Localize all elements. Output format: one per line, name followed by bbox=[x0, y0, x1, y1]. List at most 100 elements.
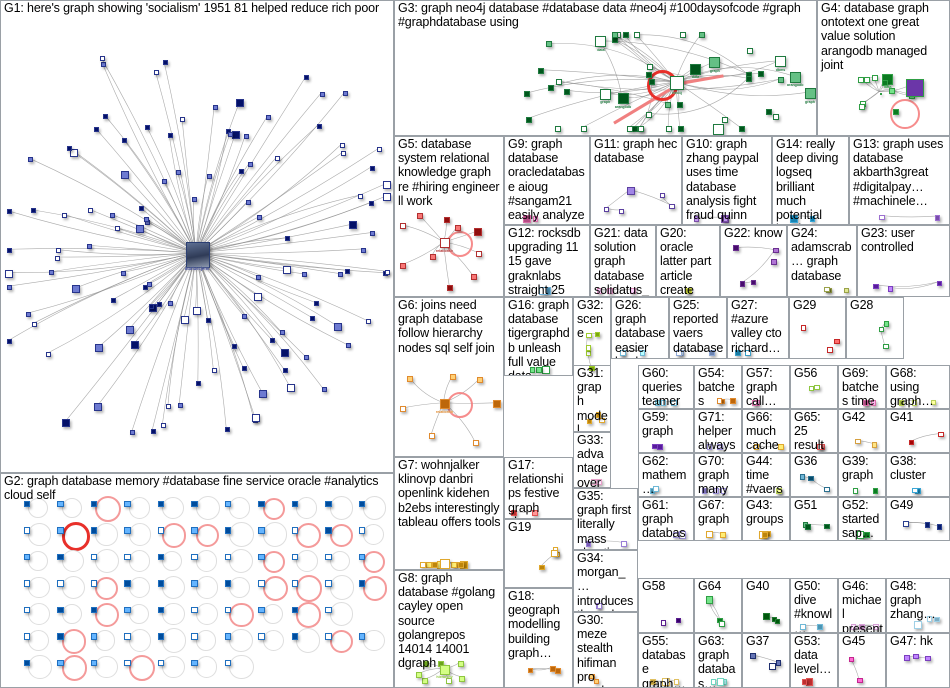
graph-vertex[interactable] bbox=[603, 206, 610, 213]
graph-vertex[interactable] bbox=[680, 32, 687, 39]
group-panel-g60[interactable]: G60: queries teamer… bbox=[638, 365, 694, 409]
graph-vertex[interactable] bbox=[247, 162, 253, 168]
graph-vertex[interactable] bbox=[699, 32, 706, 39]
group-panel-g14[interactable]: G14: really deep diving logseq brilliant… bbox=[772, 136, 849, 225]
graph-vertex[interactable] bbox=[809, 216, 816, 222]
graph-vertex[interactable] bbox=[325, 553, 332, 561]
graph-vertex[interactable] bbox=[57, 500, 64, 508]
group-panel-g4[interactable]: data G4: database graph ontotext one grea… bbox=[817, 0, 950, 136]
graph-vertex[interactable] bbox=[789, 71, 801, 83]
graph-vertex[interactable] bbox=[671, 400, 677, 406]
graph-vertex[interactable] bbox=[135, 225, 144, 234]
graph-vertex[interactable] bbox=[526, 116, 533, 123]
graph-vertex[interactable] bbox=[6, 209, 12, 215]
graph-vertex[interactable] bbox=[585, 345, 592, 351]
graph-vertex[interactable] bbox=[477, 377, 484, 384]
graph-vertex[interactable] bbox=[90, 659, 98, 667]
graph-vertex[interactable] bbox=[103, 113, 109, 119]
graph-vertex[interactable] bbox=[124, 553, 131, 561]
graph-vertex[interactable] bbox=[191, 606, 198, 614]
group-panel-g5[interactable]: relationsh G5: database system relational… bbox=[394, 136, 504, 297]
graph-vertex[interactable] bbox=[447, 285, 454, 292]
graph-vertex[interactable] bbox=[27, 156, 33, 162]
graph-vertex[interactable] bbox=[706, 444, 713, 450]
group-panel-g49[interactable]: G49 bbox=[886, 497, 950, 541]
graph-vertex[interactable] bbox=[471, 274, 478, 281]
graph-vertex[interactable] bbox=[547, 84, 554, 91]
graph-vertex[interactable] bbox=[926, 616, 933, 622]
graph-vertex[interactable] bbox=[346, 343, 352, 349]
graph-vertex[interactable] bbox=[383, 180, 391, 189]
graph-vertex[interactable] bbox=[710, 679, 717, 685]
graph-vertex[interactable] bbox=[848, 656, 855, 663]
graph-vertex[interactable] bbox=[934, 215, 941, 221]
graph-vertex[interactable] bbox=[228, 132, 234, 138]
graph-vertex[interactable] bbox=[149, 303, 155, 309]
graph-vertex[interactable] bbox=[630, 288, 636, 294]
graph-vertex[interactable] bbox=[537, 67, 544, 74]
group-panel-g27[interactable]: G27: #azure valley cto richard… bbox=[727, 297, 789, 359]
group-panel-g53[interactable]: G53: data level… bbox=[790, 633, 838, 688]
graph-vertex[interactable] bbox=[212, 105, 218, 111]
group-panel-g7[interactable]: openlinkG7: wohnjalker klinovp danbri op… bbox=[394, 457, 504, 570]
group-panel-g66[interactable]: G66: much cache bbox=[742, 409, 790, 453]
graph-vertex[interactable] bbox=[864, 76, 871, 83]
graph-vertex[interactable] bbox=[90, 606, 98, 614]
group-panel-g44[interactable]: G44: time #vaers… bbox=[742, 453, 790, 497]
graph-vertex[interactable] bbox=[157, 659, 165, 667]
graph-vertex[interactable] bbox=[906, 79, 924, 97]
graph-vertex[interactable] bbox=[750, 653, 756, 659]
graph-vertex[interactable] bbox=[138, 206, 144, 212]
graph-vertex[interactable] bbox=[459, 675, 466, 682]
group-panel-g58[interactable]: G58 bbox=[638, 578, 694, 633]
group-panel-g26[interactable]: G26: graph database easier load maintain… bbox=[611, 297, 669, 359]
graph-vertex[interactable] bbox=[49, 270, 55, 276]
graph-vertex[interactable] bbox=[224, 500, 232, 508]
graph-vertex[interactable] bbox=[90, 553, 98, 561]
graph-vertex[interactable] bbox=[343, 90, 349, 96]
graph-vertex[interactable] bbox=[824, 286, 830, 293]
graph-vertex[interactable] bbox=[303, 354, 309, 360]
graph-vertex[interactable] bbox=[690, 63, 702, 75]
graph-vertex[interactable] bbox=[257, 215, 263, 221]
graph-vertex[interactable] bbox=[607, 288, 613, 294]
graph-vertex[interactable] bbox=[586, 332, 592, 339]
graph-vertex[interactable] bbox=[555, 126, 562, 132]
graph-vertex[interactable] bbox=[772, 113, 779, 120]
graph-vertex[interactable] bbox=[621, 541, 627, 547]
group-panel-g40[interactable]: G40 bbox=[742, 578, 790, 633]
graph-vertex[interactable] bbox=[762, 612, 771, 621]
group-panel-g22[interactable]: G22: know bbox=[720, 225, 787, 297]
graph-vertex[interactable] bbox=[778, 444, 784, 450]
graph-vertex[interactable] bbox=[721, 116, 728, 123]
group-panel-g32[interactable]: G32: scene bbox=[573, 297, 611, 376]
graph-vertex[interactable] bbox=[887, 286, 894, 292]
graph-vertex[interactable] bbox=[936, 280, 943, 287]
group-panel-g29[interactable]: G29 bbox=[789, 297, 846, 359]
graph-vertex[interactable] bbox=[493, 400, 501, 409]
graph-vertex[interactable] bbox=[594, 331, 601, 338]
group-panel-g71[interactable]: G71: helper always bbox=[694, 409, 742, 453]
graph-vertex[interactable] bbox=[623, 32, 630, 39]
group-panel-g56[interactable]: G56 bbox=[790, 365, 838, 409]
graph-vertex[interactable] bbox=[546, 41, 553, 48]
graph-vertex[interactable] bbox=[474, 228, 483, 237]
graph-vertex[interactable] bbox=[224, 659, 232, 667]
group-panel-g39[interactable]: G39: graph bbox=[838, 453, 886, 497]
group-panel-g61[interactable]: G61: graph databas… bbox=[638, 497, 694, 541]
graph-vertex[interactable] bbox=[904, 655, 910, 661]
group-panel-g50[interactable]: G50: dive #knowl… bbox=[790, 578, 838, 633]
graph-vertex[interactable] bbox=[757, 71, 764, 78]
group-panel-g2[interactable]: G2: graph database memory #database fine… bbox=[0, 473, 394, 688]
group-panel-g70[interactable]: G70: graph many… bbox=[694, 453, 742, 497]
group-panel-g10[interactable]: G10: graph zhang paypal uses time databa… bbox=[682, 136, 772, 225]
graph-vertex[interactable] bbox=[524, 91, 531, 98]
group-panel-g16[interactable]: G16: graph database tigergraphdb unleash… bbox=[504, 297, 573, 376]
group-panel-g9[interactable]: G9: graph database oracledatabase aioug … bbox=[504, 136, 590, 225]
graph-vertex[interactable] bbox=[589, 365, 595, 372]
graph-vertex[interactable] bbox=[617, 93, 629, 105]
graph-vertex[interactable] bbox=[166, 403, 172, 409]
graph-vertex[interactable] bbox=[241, 366, 247, 372]
graph-vertex[interactable] bbox=[304, 75, 310, 81]
graph-vertex[interactable] bbox=[31, 208, 37, 214]
